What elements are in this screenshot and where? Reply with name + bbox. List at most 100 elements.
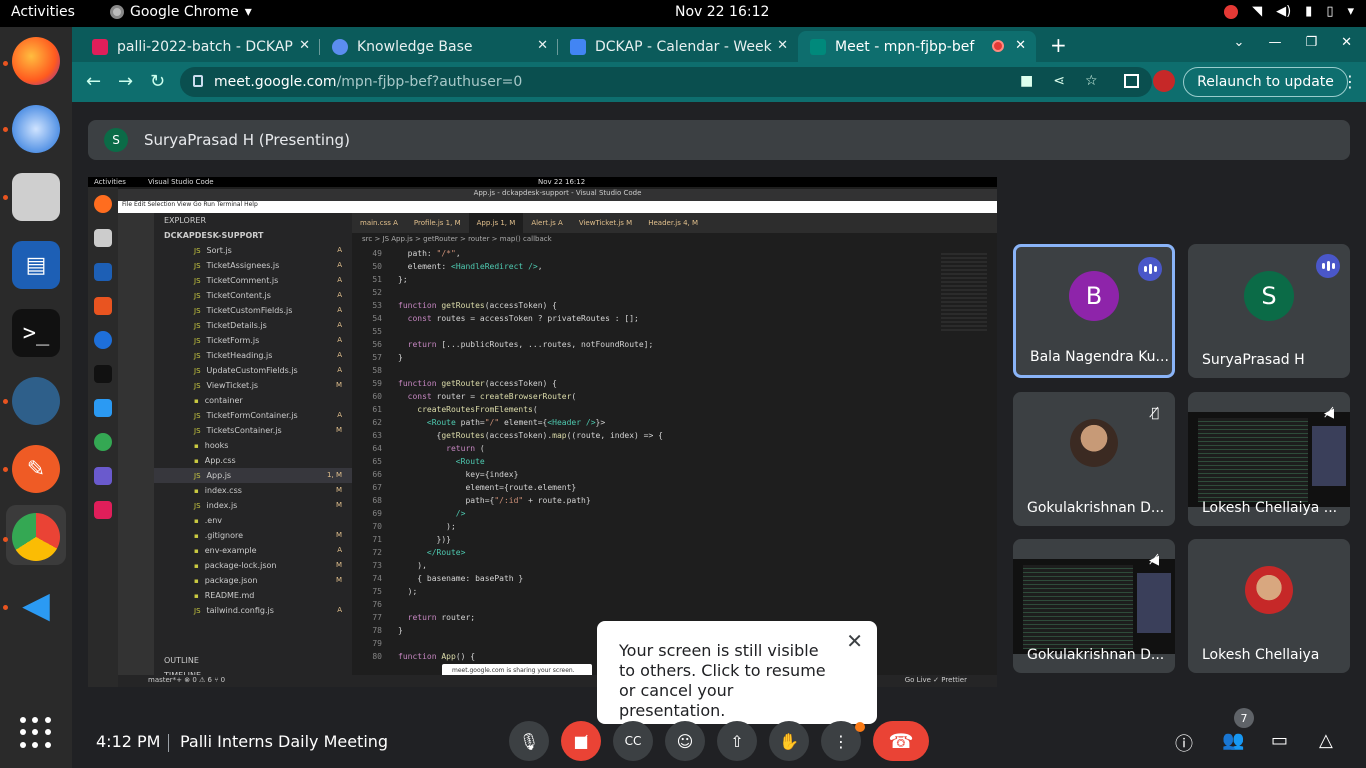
tab-knowledge-base[interactable]: Knowledge Base ✕: [320, 31, 558, 62]
git-status: M: [335, 561, 342, 569]
people-icon[interactable]: 👥: [1222, 730, 1244, 751]
close-icon[interactable]: ✕: [537, 38, 548, 53]
participant-tile[interactable]: B Bala Nagendra Ku...: [1013, 244, 1175, 378]
close-icon[interactable]: ✕: [846, 631, 863, 651]
close-icon[interactable]: ✕: [299, 38, 310, 53]
participant-tile[interactable]: S SuryaPrasad H: [1188, 244, 1350, 378]
files-icon[interactable]: [12, 173, 60, 221]
forward-button[interactable]: →: [118, 71, 133, 92]
explorer-file-row[interactable]: ▪ hooks: [154, 438, 352, 453]
explorer-file-row[interactable]: JS TicketContent.js A: [154, 288, 352, 303]
maximize-icon[interactable]: ❐: [1305, 35, 1317, 50]
explorer-file-row[interactable]: ▪ package.json M: [154, 573, 352, 588]
tab-meet[interactable]: Meet - mpn-fjbp-bef ✕: [798, 31, 1036, 62]
url-path: /mpn-fjbp-bef?authuser=0: [336, 74, 523, 90]
app-menu[interactable]: Google Chrome ▾: [110, 4, 252, 20]
explorer-file-row[interactable]: ▪ package-lock.json M: [154, 558, 352, 573]
minimize-icon[interactable]: —: [1268, 35, 1281, 50]
profile-avatar[interactable]: [1153, 70, 1175, 92]
relaunch-button[interactable]: Relaunch to update: [1183, 67, 1348, 97]
meeting-name[interactable]: Palli Interns Daily Meeting: [180, 732, 388, 751]
reload-button[interactable]: ↻: [150, 71, 165, 92]
explorer-file-row[interactable]: ▪ container: [154, 393, 352, 408]
knowledge-base-icon: [332, 38, 348, 55]
system-clock[interactable]: Nov 22 16:12: [675, 4, 769, 20]
editor-tab[interactable]: Alert.js A: [523, 213, 571, 233]
activities-button[interactable]: Activities: [11, 4, 75, 20]
os-top-bar: Activities Google Chrome ▾ Nov 22 16:12 …: [0, 0, 1366, 27]
explorer-file-row[interactable]: JS ViewTicket.js M: [154, 378, 352, 393]
more-options-icon[interactable]: ⋮: [1342, 72, 1358, 91]
explorer-file-row[interactable]: ▪ env-example A: [154, 543, 352, 558]
chrome-icon: [94, 433, 112, 451]
participant-tile[interactable]: ◀̸ Lokesh Chellaiya ...: [1188, 392, 1350, 526]
editor-tab[interactable]: Profile.js 1, M: [406, 213, 469, 233]
raise-hand-button[interactable]: ✋: [769, 721, 809, 761]
system-tray[interactable]: ◥ ◀) ▮ ▯ ▾: [1224, 4, 1354, 19]
tab-search-icon[interactable]: ⌄: [1234, 35, 1245, 50]
explorer-file-row[interactable]: ▪ .env: [154, 513, 352, 528]
explorer-file-row[interactable]: JS index.js M: [154, 498, 352, 513]
file-icon: ▪: [194, 532, 199, 540]
terminal-icon[interactable]: >_: [12, 309, 60, 357]
leave-call-button[interactable]: ☎: [873, 721, 929, 761]
side-panel-icon[interactable]: [1124, 74, 1139, 88]
editor-tab[interactable]: ViewTicket.js M: [571, 213, 640, 233]
file-name: .env: [204, 516, 223, 525]
tab-slack[interactable]: palli-2022-batch - DCKAP ✕: [80, 31, 320, 62]
participant-tile[interactable]: ◀̸ Gokulakrishnan D...: [1013, 539, 1175, 673]
show-apps-icon[interactable]: [20, 717, 52, 749]
explorer-file-row[interactable]: JS TicketHeading.js A: [154, 348, 352, 363]
participant-name: Gokulakrishnan D...: [1027, 647, 1165, 663]
file-icon: ▪: [194, 517, 199, 525]
present-button[interactable]: ⇧: [717, 721, 757, 761]
explorer-file-row[interactable]: ▪ index.css M: [154, 483, 352, 498]
new-tab-button[interactable]: +: [1050, 33, 1067, 57]
explorer-file-row[interactable]: JS App.js 1, M: [154, 468, 352, 483]
editor-tab[interactable]: App.js 1, M: [468, 213, 524, 233]
code-view: 49 path: "/*", 50 element: <HandleRedire…: [372, 249, 663, 661]
file-icon: JS: [194, 352, 201, 360]
chrome-icon[interactable]: [12, 513, 60, 561]
bookmark-star-icon[interactable]: ☆: [1085, 73, 1098, 89]
tab-calendar[interactable]: DCKAP - Calendar - Week ✕: [558, 31, 798, 62]
explorer-file-row[interactable]: ▪ README.md: [154, 588, 352, 603]
explorer-file-row[interactable]: JS Sort.js A: [154, 243, 352, 258]
thunderbird-icon[interactable]: [12, 105, 60, 153]
editor-tab[interactable]: main.css A: [352, 213, 406, 233]
explorer-file-row[interactable]: JS TicketCustomFields.js A: [154, 303, 352, 318]
camera-toggle-button[interactable]: ■̸: [561, 721, 601, 761]
explorer-file-row[interactable]: ▪ .gitignore M: [154, 528, 352, 543]
explorer-file-row[interactable]: ▪ App.css: [154, 453, 352, 468]
explorer-file-row[interactable]: JS TicketComment.js A: [154, 273, 352, 288]
postman-icon[interactable]: ✎: [12, 445, 60, 493]
explorer-file-row[interactable]: JS TicketAssignees.js A: [154, 258, 352, 273]
participant-tile[interactable]: Lokesh Chellaiya: [1188, 539, 1350, 673]
microphone-button[interactable]: 🎙: [509, 721, 549, 761]
vscode-icon[interactable]: ◀: [12, 581, 60, 629]
close-icon[interactable]: ✕: [1015, 38, 1026, 53]
activities-icon[interactable]: △: [1319, 730, 1333, 751]
explorer-file-row[interactable]: JS TicketsContainer.js M: [154, 423, 352, 438]
address-bar[interactable]: meet.google.com/mpn-fjbp-bef?authuser=0: [180, 67, 1152, 97]
explorer-file-row[interactable]: JS tailwind.config.js A: [154, 603, 352, 618]
explorer-file-row[interactable]: JS UpdateCustomFields.js A: [154, 363, 352, 378]
firefox-icon[interactable]: [12, 37, 60, 85]
reactions-button[interactable]: ☺: [665, 721, 705, 761]
explorer-file-row[interactable]: JS TicketForm.js A: [154, 333, 352, 348]
participant-tile[interactable]: 🎙̸ Gokulakrishnan D...: [1013, 392, 1175, 526]
close-window-icon[interactable]: ✕: [1341, 35, 1352, 50]
meeting-details-icon[interactable]: ⓘ: [1175, 730, 1193, 756]
close-icon[interactable]: ✕: [777, 38, 788, 53]
postgres-icon[interactable]: [12, 377, 60, 425]
share-icon[interactable]: ⋖: [1053, 73, 1065, 89]
captions-button[interactable]: CC: [613, 721, 653, 761]
editor-tab[interactable]: Header.js 4, M: [640, 213, 706, 233]
writer-icon[interactable]: ▤: [12, 241, 60, 289]
back-button[interactable]: ←: [86, 71, 101, 92]
terminal-icon: [94, 365, 112, 383]
chat-icon[interactable]: ▭: [1271, 730, 1288, 751]
explorer-file-row[interactable]: JS TicketDetails.js A: [154, 318, 352, 333]
explorer-file-row[interactable]: JS TicketFormContainer.js A: [154, 408, 352, 423]
camera-icon[interactable]: ■: [1020, 73, 1033, 89]
